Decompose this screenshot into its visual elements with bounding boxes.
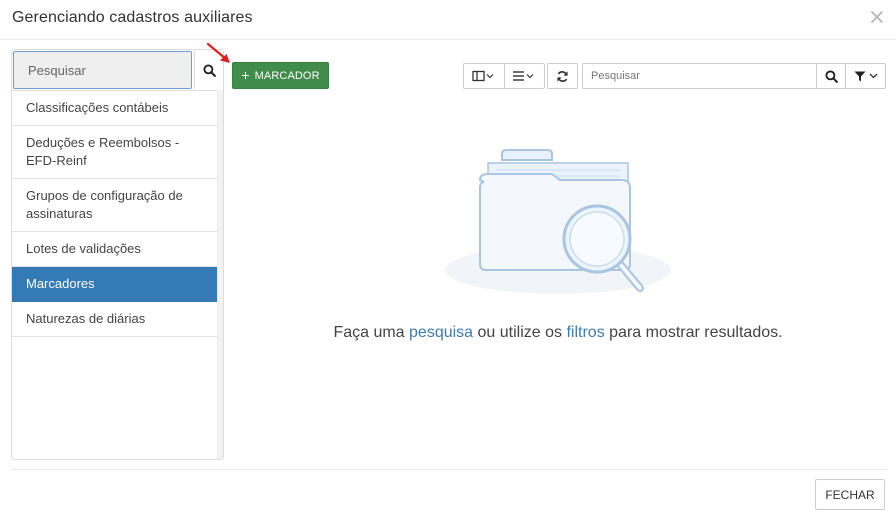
- plus-icon: +: [241, 67, 250, 83]
- annotation-arrow-icon: [206, 42, 230, 63]
- dialog-title: Gerenciando cadastros auxiliares: [12, 9, 253, 26]
- main-search-input[interactable]: [582, 63, 817, 89]
- filter-icon: [854, 71, 865, 81]
- footer-divider: [11, 469, 886, 470]
- filters-link[interactable]: filtros: [566, 324, 604, 341]
- search-link[interactable]: pesquisa: [409, 324, 473, 341]
- empty-state-message: Faça uma pesquisa ou utilize os filtros …: [230, 324, 886, 342]
- filter-button[interactable]: [845, 63, 886, 89]
- sidebar-scrollbar[interactable]: [217, 90, 223, 459]
- sidebar-panel: Classificações contábeis Deduções e Reem…: [11, 49, 224, 460]
- manage-auxiliary-dialog: Gerenciando cadastros auxiliares Classif…: [0, 0, 896, 516]
- list-options-button[interactable]: [504, 64, 544, 88]
- sidebar-list: Classificações contábeis Deduções e Reem…: [12, 90, 218, 337]
- columns-button[interactable]: [464, 64, 504, 88]
- close-icon[interactable]: [870, 10, 884, 24]
- dialog-header: Gerenciando cadastros auxiliares: [0, 0, 896, 40]
- search-icon: [824, 69, 838, 83]
- sidebar-item-lotes[interactable]: Lotes de validações: [12, 232, 218, 267]
- chevron-down-icon: [869, 73, 877, 79]
- sidebar-search-input[interactable]: [13, 51, 192, 89]
- sidebar-item-naturezas[interactable]: Naturezas de diárias: [12, 302, 218, 337]
- sidebar-item-marcadores[interactable]: Marcadores: [12, 267, 218, 302]
- refresh-icon: [557, 70, 568, 82]
- empty-state-suffix: para mostrar resultados.: [604, 324, 783, 341]
- empty-state-middle: ou utilize os: [473, 324, 567, 341]
- refresh-button[interactable]: [548, 64, 577, 88]
- sidebar-item-classificacoes[interactable]: Classificações contábeis: [12, 91, 218, 126]
- sidebar-item-grupos[interactable]: Grupos de configuração de assinaturas: [12, 179, 218, 232]
- sidebar-item-deducoes[interactable]: Deduções e Reembolsos - EFD-Reinf: [12, 126, 218, 179]
- empty-folder-search-illustration: [445, 149, 671, 294]
- view-options-group: [463, 63, 545, 89]
- add-button-label: MARCADOR: [254, 69, 320, 82]
- main-search-button[interactable]: [816, 63, 846, 89]
- add-marcador-button[interactable]: + MARCADOR: [232, 62, 329, 89]
- close-button[interactable]: FECHAR: [815, 479, 885, 510]
- empty-state-prefix: Faça uma: [333, 324, 410, 341]
- refresh-group: [547, 63, 578, 89]
- columns-icon: [472, 70, 494, 82]
- list-icon: [513, 71, 534, 81]
